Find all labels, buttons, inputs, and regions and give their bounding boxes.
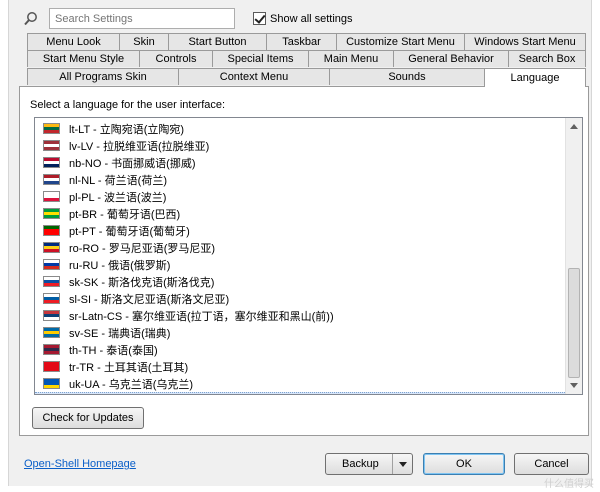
language-prompt-label: Select a language for the user interface… bbox=[30, 99, 226, 111]
flag-icon bbox=[43, 259, 60, 270]
show-all-settings-label: Show all settings bbox=[270, 12, 353, 25]
tab-language[interactable]: Language bbox=[484, 68, 586, 87]
scrollbar-thumb[interactable] bbox=[568, 268, 580, 378]
language-list-item[interactable]: sk-SK - 斯洛伐克语(斯洛伐克) bbox=[35, 273, 565, 290]
tab-main-menu[interactable]: Main Menu bbox=[308, 50, 394, 67]
language-list-item[interactable]: ru-RU - 俄语(俄罗斯) bbox=[35, 256, 565, 273]
language-label: th-TH - 泰语(泰国) bbox=[69, 344, 158, 357]
language-list-item[interactable]: sr-Latn-CS - 塞尔维亚语(拉丁语，塞尔维亚和黑山(前)) bbox=[35, 307, 565, 324]
flag-icon bbox=[43, 225, 60, 236]
backup-button-label: Backup bbox=[342, 458, 379, 470]
tab-customize-start-menu[interactable]: Customize Start Menu bbox=[336, 33, 465, 50]
language-label: tr-TR - 土耳其语(土耳其) bbox=[69, 361, 189, 374]
tab-all-programs-skin[interactable]: All Programs Skin bbox=[27, 68, 179, 85]
backup-button[interactable]: Backup bbox=[325, 453, 413, 475]
language-label: nb-NO - 书面挪威语(挪威) bbox=[69, 157, 196, 170]
language-panel: Select a language for the user interface… bbox=[19, 86, 589, 436]
flag-icon bbox=[43, 293, 60, 304]
tab-menu-look[interactable]: Menu Look bbox=[27, 33, 120, 50]
language-label: ru-RU - 俄语(俄罗斯) bbox=[69, 259, 171, 272]
tab-general-behavior[interactable]: General Behavior bbox=[393, 50, 509, 67]
flag-icon bbox=[43, 242, 60, 253]
flag-icon bbox=[43, 310, 60, 321]
language-label: ro-RO - 罗马尼亚语(罗马尼亚) bbox=[69, 242, 216, 255]
chevron-down-icon bbox=[398, 461, 407, 467]
language-list-item[interactable]: lv-LV - 拉脱维亚语(拉脱维亚) bbox=[35, 137, 565, 154]
language-label: nl-NL - 荷兰语(荷兰) bbox=[69, 174, 167, 187]
tab-start-menu-style[interactable]: Start Menu Style bbox=[27, 50, 140, 67]
flag-icon bbox=[43, 123, 60, 134]
language-list[interactable]: lt-LT - 立陶宛语(立陶宛) lv-LV - 拉脱维亚语(拉脱维亚) nb-N… bbox=[34, 117, 583, 395]
tab-taskbar[interactable]: Taskbar bbox=[266, 33, 337, 50]
language-label: sv-SE - 瑞典语(瑞典) bbox=[69, 327, 171, 340]
flag-icon bbox=[43, 276, 60, 287]
language-list-item[interactable]: th-TH - 泰语(泰国) bbox=[35, 341, 565, 358]
tab-start-button[interactable]: Start Button bbox=[168, 33, 267, 50]
checkbox-checked-icon[interactable] bbox=[253, 12, 266, 25]
tab-skin[interactable]: Skin bbox=[119, 33, 169, 50]
tab-context-menu[interactable]: Context Menu bbox=[178, 68, 330, 85]
language-list-item[interactable]: pl-PL - 波兰语(波兰) bbox=[35, 188, 565, 205]
language-list-item[interactable]: lt-LT - 立陶宛语(立陶宛) bbox=[35, 120, 565, 137]
scroll-down-arrow-icon[interactable] bbox=[570, 383, 578, 388]
language-label: uk-UA - 乌克兰语(乌克兰) bbox=[69, 378, 194, 391]
flag-icon bbox=[43, 208, 60, 219]
vertical-scrollbar[interactable] bbox=[565, 118, 582, 394]
language-list-item[interactable]: ro-RO - 罗马尼亚语(罗马尼亚) bbox=[35, 239, 565, 256]
settings-dialog: Show all settings Menu Look Skin Start B… bbox=[8, 0, 592, 486]
cancel-button[interactable]: Cancel bbox=[514, 453, 589, 475]
flag-icon bbox=[43, 157, 60, 168]
language-list-item[interactable]: nb-NO - 书面挪威语(挪威) bbox=[35, 154, 565, 171]
language-label: pt-PT - 葡萄牙语(葡萄牙) bbox=[69, 225, 190, 238]
flag-icon bbox=[43, 361, 60, 372]
language-list-item[interactable]: tr-TR - 土耳其语(土耳其) bbox=[35, 358, 565, 375]
language-list-item[interactable]: sv-SE - 瑞典语(瑞典) bbox=[35, 324, 565, 341]
tab-windows-start-menu[interactable]: Windows Start Menu bbox=[464, 33, 586, 50]
flag-icon bbox=[43, 344, 60, 355]
search-icon bbox=[24, 12, 37, 26]
watermark-text: 什么值得买 bbox=[544, 479, 594, 490]
tab-sounds[interactable]: Sounds bbox=[329, 68, 485, 85]
language-label: zh-CN - 中文(简体，中国) bbox=[70, 393, 195, 395]
tab-controls[interactable]: Controls bbox=[139, 50, 213, 67]
flag-icon bbox=[43, 378, 60, 389]
tab-special-items[interactable]: Special Items bbox=[212, 50, 309, 67]
flag-icon bbox=[43, 191, 60, 202]
language-label: sr-Latn-CS - 塞尔维亚语(拉丁语，塞尔维亚和黑山(前)) bbox=[69, 310, 334, 323]
language-label: lv-LV - 拉脱维亚语(拉脱维亚) bbox=[69, 140, 210, 153]
open-shell-homepage-link[interactable]: Open-Shell Homepage bbox=[24, 458, 136, 470]
language-label: pl-PL - 波兰语(波兰) bbox=[69, 191, 167, 204]
language-label: pt-BR - 葡萄牙语(巴西) bbox=[69, 208, 181, 221]
backup-dropdown-arrow[interactable] bbox=[392, 454, 412, 474]
check-for-updates-button[interactable]: Check for Updates bbox=[32, 407, 144, 429]
ok-button[interactable]: OK bbox=[423, 453, 505, 475]
search-input[interactable] bbox=[49, 8, 235, 29]
language-list-item[interactable]: uk-UA - 乌克兰语(乌克兰) bbox=[35, 375, 565, 392]
show-all-settings-checkbox[interactable]: Show all settings bbox=[253, 12, 353, 25]
language-list-item[interactable]: sl-SI - 斯洛文尼亚语(斯洛文尼亚) bbox=[35, 290, 565, 307]
language-list-item[interactable]: zh-CN - 中文(简体，中国) bbox=[35, 392, 565, 395]
flag-icon bbox=[43, 140, 60, 151]
language-label: lt-LT - 立陶宛语(立陶宛) bbox=[69, 123, 185, 136]
language-list-item[interactable]: pt-PT - 葡萄牙语(葡萄牙) bbox=[35, 222, 565, 239]
tab-search-box[interactable]: Search Box bbox=[508, 50, 586, 67]
flag-icon bbox=[43, 174, 60, 185]
language-list-item[interactable]: pt-BR - 葡萄牙语(巴西) bbox=[35, 205, 565, 222]
scroll-up-arrow-icon[interactable] bbox=[570, 124, 578, 129]
language-list-item[interactable]: nl-NL - 荷兰语(荷兰) bbox=[35, 171, 565, 188]
language-label: sl-SI - 斯洛文尼亚语(斯洛文尼亚) bbox=[69, 293, 230, 306]
flag-icon bbox=[43, 327, 60, 338]
language-label: sk-SK - 斯洛伐克语(斯洛伐克) bbox=[69, 276, 215, 289]
